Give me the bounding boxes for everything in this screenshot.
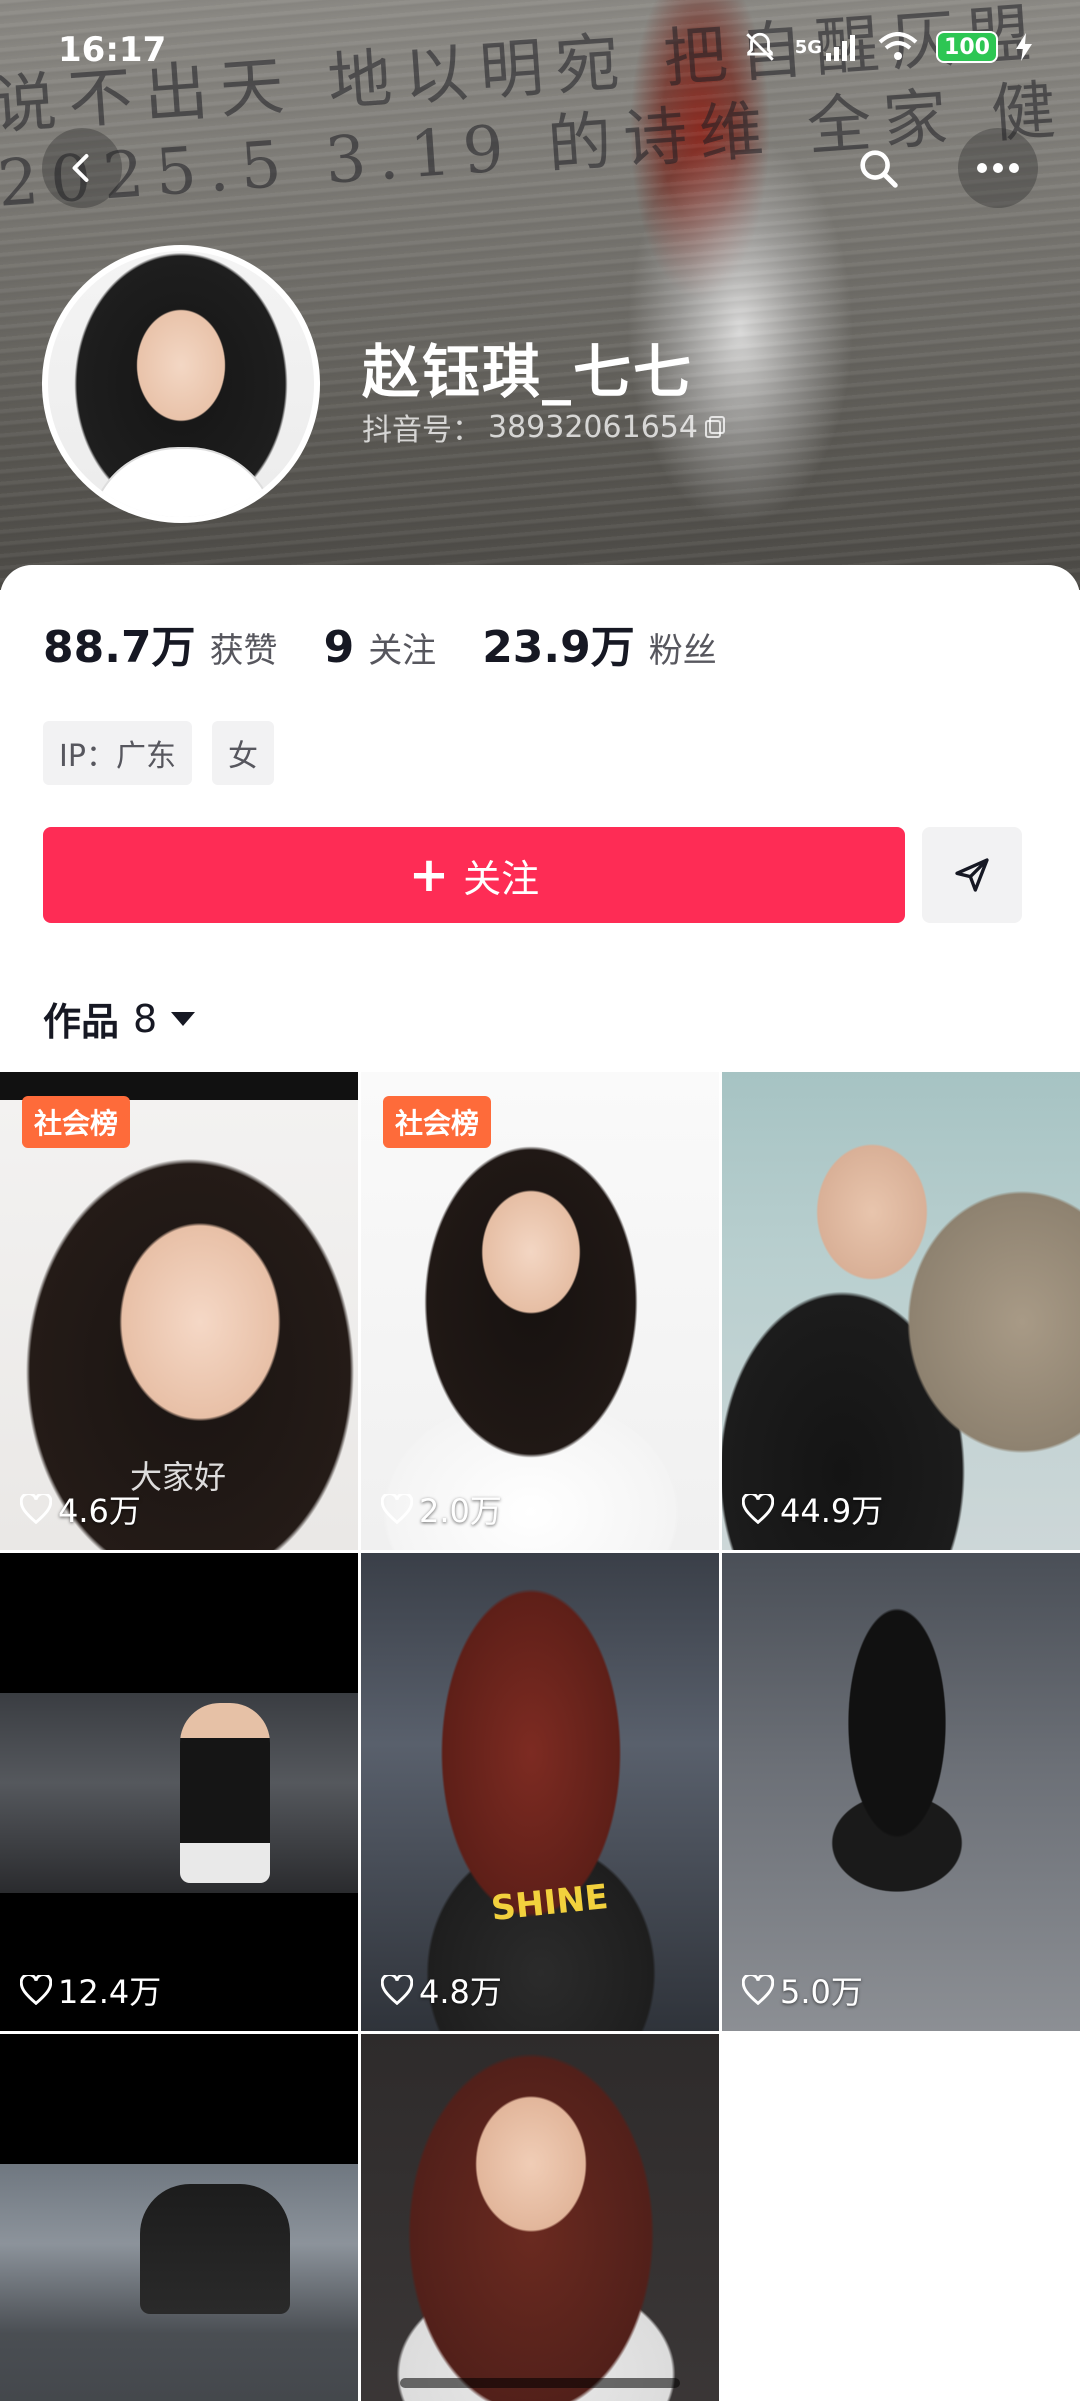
like-count-value: 2.0万	[419, 1492, 502, 1530]
thumbnail-image	[361, 1553, 719, 2031]
heart-icon	[20, 1975, 52, 2005]
video-thumbnail-3[interactable]: 44.9万	[722, 1072, 1080, 1550]
heart-icon	[742, 1494, 774, 1524]
stat-likes-value: 88.7万	[43, 622, 196, 673]
search-icon	[860, 150, 898, 188]
status-time: 16:17	[58, 30, 167, 70]
works-tab[interactable]: 作品 8	[43, 991, 196, 1046]
douyin-id-value: 38932061654	[488, 409, 698, 445]
thumbnail-figure	[180, 1703, 270, 1883]
paper-plane-icon	[955, 858, 989, 892]
profile-panel: 88.7万 获赞 9 关注 23.9万 粉丝 IP：广东 女 + 关注 作品 8	[0, 565, 1080, 1071]
back-button[interactable]	[42, 128, 122, 208]
stat-followers-value: 23.9万	[482, 622, 635, 673]
signal-icon: 5G	[795, 33, 860, 61]
charging-icon	[1016, 33, 1032, 61]
thumbnail-figure	[140, 2184, 290, 2314]
more-icon	[977, 163, 1019, 173]
more-button[interactable]	[958, 128, 1038, 208]
tag-ip-location: IP：广东	[43, 721, 192, 785]
thumbnail-image	[0, 1553, 358, 2031]
like-count: 5.0万	[742, 1967, 863, 2013]
like-count: 2.0万	[381, 1486, 502, 1532]
stat-following-value: 9	[323, 622, 355, 673]
video-thumbnail-8[interactable]	[361, 2034, 719, 2401]
profile-stats: 88.7万 获赞 9 关注 23.9万 粉丝	[43, 611, 763, 675]
thumbnail-image	[361, 2034, 719, 2401]
video-thumbnail-4[interactable]: 12.4万	[0, 1553, 358, 2031]
copy-icon[interactable]	[704, 415, 726, 439]
like-count: 12.4万	[20, 1967, 161, 2013]
like-count-value: 12.4万	[58, 1973, 162, 2011]
avatar-shirt	[88, 447, 278, 517]
network-type: 5G	[794, 36, 822, 58]
works-grid: 社会榜 大家好 4.6万 社会榜 2.0万 44.9万 12.4万 SHINE	[0, 1072, 1080, 2401]
follow-button[interactable]: + 关注	[43, 827, 905, 923]
stat-likes[interactable]: 88.7万 获赞	[43, 611, 278, 675]
works-label: 作品	[43, 1000, 120, 1044]
like-count-value: 44.9万	[780, 1492, 884, 1530]
like-count-value: 4.8万	[419, 1973, 502, 2011]
username: 赵钰琪_七七	[362, 338, 694, 406]
status-bar: 16:17 5G 100	[0, 0, 1080, 100]
mute-bell-icon	[743, 30, 777, 64]
stat-following-label: 关注	[368, 631, 437, 671]
heart-icon	[742, 1975, 774, 2005]
home-indicator[interactable]	[400, 2378, 680, 2388]
video-thumbnail-6[interactable]: 5.0万	[722, 1553, 1080, 2031]
status-icons: 5G 100	[743, 30, 1032, 64]
like-count: 44.9万	[742, 1486, 883, 1532]
douyin-id-label: 抖音号：	[362, 413, 482, 448]
like-count: 4.8万	[381, 1967, 502, 2013]
douyin-id[interactable]: 抖音号： 38932061654	[362, 405, 726, 449]
video-thumbnail-1[interactable]: 社会榜 大家好 4.6万	[0, 1072, 358, 1550]
like-count: 4.6万	[20, 1486, 141, 1532]
video-thumbnail-7[interactable]	[0, 2034, 358, 2401]
ranking-badge: 社会榜	[383, 1096, 492, 1148]
thumbnail-caption: 大家好	[130, 1458, 227, 1496]
heart-icon	[381, 1494, 413, 1524]
thumbnail-image	[722, 1072, 1080, 1550]
thumbnail-image	[722, 1553, 1080, 2031]
like-count-value: 4.6万	[58, 1492, 141, 1530]
tag-gender: 女	[211, 721, 274, 785]
video-thumbnail-2[interactable]: 社会榜 2.0万	[361, 1072, 719, 1550]
works-count: 8	[133, 996, 158, 1041]
avatar[interactable]	[42, 245, 320, 523]
heart-icon	[20, 1494, 52, 1524]
stat-likes-label: 获赞	[209, 631, 278, 671]
back-arrow-icon	[72, 154, 89, 182]
stat-followers[interactable]: 23.9万 粉丝	[482, 611, 717, 675]
ranking-badge: 社会榜	[22, 1096, 131, 1148]
wifi-icon	[878, 32, 918, 62]
stat-followers-label: 粉丝	[648, 631, 717, 671]
send-message-button[interactable]	[922, 827, 1022, 923]
profile-tags: IP：广东 女	[43, 721, 274, 785]
battery-icon: 100	[936, 31, 998, 63]
caret-down-icon	[171, 1011, 196, 1026]
plus-icon: +	[408, 847, 450, 903]
video-thumbnail-5[interactable]: SHINE 4.8万	[361, 1553, 719, 2031]
search-button[interactable]	[838, 128, 918, 208]
follow-label: 关注	[463, 856, 540, 901]
empty-grid-slot	[722, 2034, 1080, 2401]
stat-following[interactable]: 9 关注	[324, 622, 437, 673]
like-count-value: 5.0万	[780, 1973, 863, 2011]
heart-icon	[381, 1975, 413, 2005]
